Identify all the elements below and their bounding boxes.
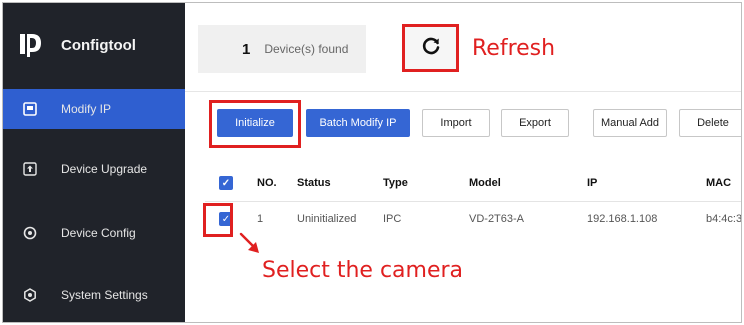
manual-add-button[interactable]: Manual Add — [593, 109, 667, 137]
cell-ip: 192.168.1.108 — [587, 213, 658, 225]
sidebar-item-device-upgrade[interactable]: Device Upgrade — [3, 149, 185, 189]
sidebar-item-modify-ip[interactable]: Modify IP — [3, 89, 185, 129]
device-table: ✓ NO. Status Type Model IP MAC ✓ 1 Unini… — [205, 159, 741, 231]
sidebar-item-label: Modify IP — [61, 102, 112, 116]
cell-type: IPC — [383, 213, 402, 225]
logo-icon — [17, 30, 47, 60]
check-icon: ✓ — [219, 176, 233, 190]
select-camera-annotation: Select the camera — [262, 258, 464, 283]
initialize-highlight — [209, 100, 301, 148]
settings-icon — [23, 288, 37, 302]
sidebar-item-label: Device Upgrade — [61, 162, 148, 176]
refresh-button[interactable] — [402, 24, 459, 72]
toolbar-divider — [185, 91, 741, 92]
gear-icon — [23, 226, 37, 240]
refresh-icon — [420, 35, 442, 62]
device-count-box: 1 Device(s) found — [198, 25, 366, 73]
device-count-label: Device(s) found — [264, 42, 349, 56]
brand: Configtool — [17, 29, 136, 61]
sidebar: Configtool Modify IP Device Upgrade Devi… — [3, 3, 185, 322]
sidebar-item-label: Device Config — [61, 226, 136, 240]
column-header-type: Type — [383, 177, 408, 189]
modify-ip-icon — [23, 102, 37, 116]
column-header-mac: MAC — [706, 177, 732, 189]
device-count: 1 — [242, 40, 251, 58]
main-panel: . . . . 1 Device(s) found Refresh Initia… — [185, 3, 741, 322]
column-header-ip: IP — [587, 177, 598, 189]
pointer-arrow-icon — [239, 232, 259, 253]
checkbox-highlight — [203, 203, 233, 237]
column-header-model: Model — [469, 177, 501, 189]
table-row[interactable]: ✓ 1 Uninitialized IPC VD-2T63-A 192.168.… — [205, 201, 741, 237]
import-button[interactable]: Import — [422, 109, 490, 137]
column-header-status: Status — [297, 177, 331, 189]
export-button[interactable]: Export — [501, 109, 569, 137]
refresh-annotation: Refresh — [472, 36, 556, 61]
sidebar-item-system-settings[interactable]: System Settings — [3, 275, 185, 315]
cell-mac: b4:4c:3 — [706, 213, 742, 225]
batch-modify-ip-button[interactable]: Batch Modify IP — [306, 109, 410, 137]
app-name: Configtool — [61, 36, 136, 54]
column-header-no: NO. — [257, 177, 277, 189]
cell-model: VD-2T63-A — [469, 213, 525, 225]
upload-icon — [23, 162, 37, 176]
table-header-row: ✓ NO. Status Type Model IP MAC — [205, 165, 741, 202]
configtool-window: Configtool Modify IP Device Upgrade Devi… — [2, 2, 742, 323]
delete-button[interactable]: Delete — [679, 109, 741, 137]
select-all-checkbox[interactable]: ✓ — [219, 165, 233, 201]
cell-status: Uninitialized — [297, 213, 357, 225]
sidebar-item-label: System Settings — [61, 288, 148, 302]
sidebar-item-device-config[interactable]: Device Config — [3, 213, 185, 253]
